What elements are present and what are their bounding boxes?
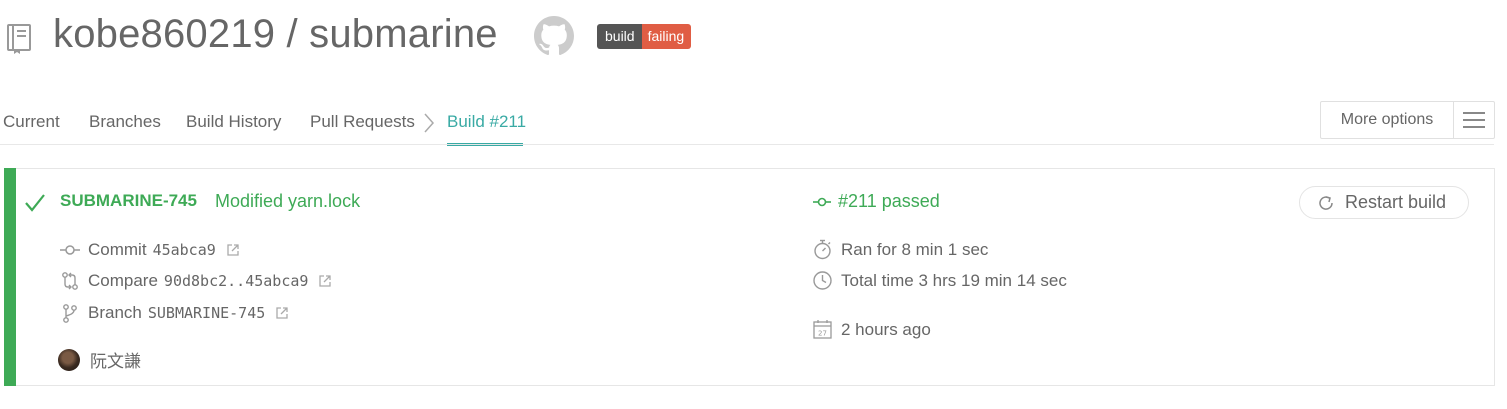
- build-status-badge[interactable]: build failing: [597, 24, 692, 49]
- build-branch-name[interactable]: SUBMARINE-745: [60, 191, 197, 211]
- branch-label: Branch: [88, 303, 142, 322]
- author: 阮文謙: [58, 347, 141, 372]
- build-status-text: #211 passed: [838, 191, 940, 211]
- build-state-stripe: [4, 168, 16, 386]
- commit-row: Commit 45abca9: [60, 239, 240, 261]
- finished-row: 27 2 hours ago: [812, 319, 931, 340]
- repo-header: kobe860219 / submarine build failing: [0, 0, 1507, 80]
- compare-range[interactable]: 90d8bc2..45abca9: [164, 272, 309, 290]
- hamburger-menu-icon[interactable]: [1454, 102, 1494, 138]
- more-options-button[interactable]: More options: [1320, 101, 1495, 139]
- external-link-icon[interactable]: [275, 306, 289, 320]
- check-icon: [25, 194, 45, 212]
- restart-icon: [1319, 195, 1333, 210]
- external-link-icon[interactable]: [226, 243, 240, 257]
- branch-value[interactable]: SUBMARINE-745: [148, 304, 265, 322]
- finished-text: 2 hours ago: [841, 319, 931, 339]
- repo-book-icon: [7, 24, 31, 54]
- commit-message[interactable]: Modified yarn.lock: [215, 191, 360, 212]
- tab-build-active[interactable]: Build #211: [447, 112, 526, 132]
- tab-pull-requests[interactable]: Pull Requests: [310, 112, 415, 132]
- repo-title: kobe860219 / submarine: [53, 12, 498, 56]
- avatar: [58, 348, 80, 371]
- author-name: 阮文謙: [90, 352, 141, 372]
- commit-icon: [60, 245, 80, 255]
- compare-row: Compare 90d8bc2..45abca9: [60, 270, 332, 292]
- chevron-right-icon: [424, 113, 435, 133]
- total-time-row: Total time 3 hrs 19 min 14 sec: [812, 270, 1067, 291]
- commit-icon: [813, 197, 831, 206]
- build-status: #211 passed: [812, 191, 940, 212]
- build-tabs: Current Branches Build History Pull Requ…: [0, 100, 1507, 146]
- tab-build-history[interactable]: Build History: [186, 112, 281, 132]
- commit-sha[interactable]: 45abca9: [153, 241, 216, 259]
- tabs-divider: [0, 144, 1494, 145]
- more-options-label: More options: [1321, 102, 1454, 138]
- total-time-text: Total time 3 hrs 19 min 14 sec: [841, 270, 1067, 290]
- compare-label: Compare: [88, 271, 158, 290]
- github-icon[interactable]: [534, 16, 574, 56]
- ran-for-row: Ran for 8 min 1 sec: [812, 239, 988, 260]
- tab-branches[interactable]: Branches: [89, 112, 161, 132]
- ran-for-text: Ran for 8 min 1 sec: [841, 239, 989, 259]
- branch-icon: [63, 304, 77, 323]
- compare-icon: [62, 272, 78, 290]
- calendar-day: 27: [818, 330, 827, 338]
- calendar-icon: 27: [813, 320, 832, 339]
- restart-build-label: Restart build: [1345, 192, 1447, 212]
- external-link-icon[interactable]: [318, 274, 332, 288]
- badge-label: build: [597, 24, 642, 49]
- tab-current[interactable]: Current: [3, 112, 60, 132]
- branch-row: Branch SUBMARINE-745: [60, 302, 289, 324]
- commit-label: Commit: [88, 240, 147, 259]
- restart-build-button[interactable]: Restart build: [1299, 186, 1469, 219]
- clock-icon: [813, 271, 832, 290]
- stopwatch-icon: [814, 239, 831, 260]
- badge-status: failing: [641, 24, 692, 49]
